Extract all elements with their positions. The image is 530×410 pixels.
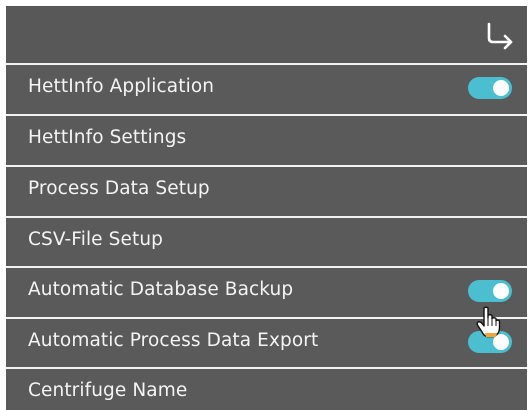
menu-item-process-data-setup[interactable]: Process Data Setup xyxy=(6,165,527,215)
toggle-knob xyxy=(493,283,509,299)
hettinfo-application-toggle[interactable] xyxy=(468,77,512,99)
menu-item-automatic-database-backup[interactable]: Automatic Database Backup xyxy=(6,266,527,316)
menu-item-hettinfo-application[interactable]: HettInfo Application xyxy=(6,63,527,113)
menu-item-csv-file-setup[interactable]: CSV-File Setup xyxy=(6,216,527,266)
panel-header xyxy=(6,6,527,63)
divider xyxy=(6,216,527,218)
automatic-database-backup-toggle[interactable] xyxy=(468,280,512,302)
toggle-knob xyxy=(493,334,509,350)
divider xyxy=(6,266,527,268)
menu-item-label: Centrifuge Name xyxy=(28,380,188,401)
divider xyxy=(6,63,527,65)
divider xyxy=(6,114,527,116)
divider xyxy=(6,367,527,369)
menu-item-label: Process Data Setup xyxy=(28,178,210,199)
divider xyxy=(6,165,527,167)
menu-item-label: CSV-File Setup xyxy=(28,229,163,250)
automatic-process-data-export-toggle[interactable] xyxy=(468,331,512,353)
toggle-knob xyxy=(493,80,509,96)
menu-item-label: Automatic Database Backup xyxy=(28,279,294,300)
menu-item-centrifuge-name[interactable]: Centrifuge Name xyxy=(6,367,527,410)
return-arrow-icon xyxy=(487,22,513,50)
menu-item-automatic-process-data-export[interactable]: Automatic Process Data Export xyxy=(6,317,527,367)
settings-panel: HettInfo Application HettInfo Settings P… xyxy=(6,6,527,410)
menu-item-label: HettInfo Settings xyxy=(28,127,187,148)
divider xyxy=(6,317,527,319)
menu-item-label: Automatic Process Data Export xyxy=(28,330,319,351)
menu-item-label: HettInfo Application xyxy=(28,76,215,97)
menu-item-hettinfo-settings[interactable]: HettInfo Settings xyxy=(6,114,527,164)
back-button[interactable] xyxy=(481,18,519,52)
